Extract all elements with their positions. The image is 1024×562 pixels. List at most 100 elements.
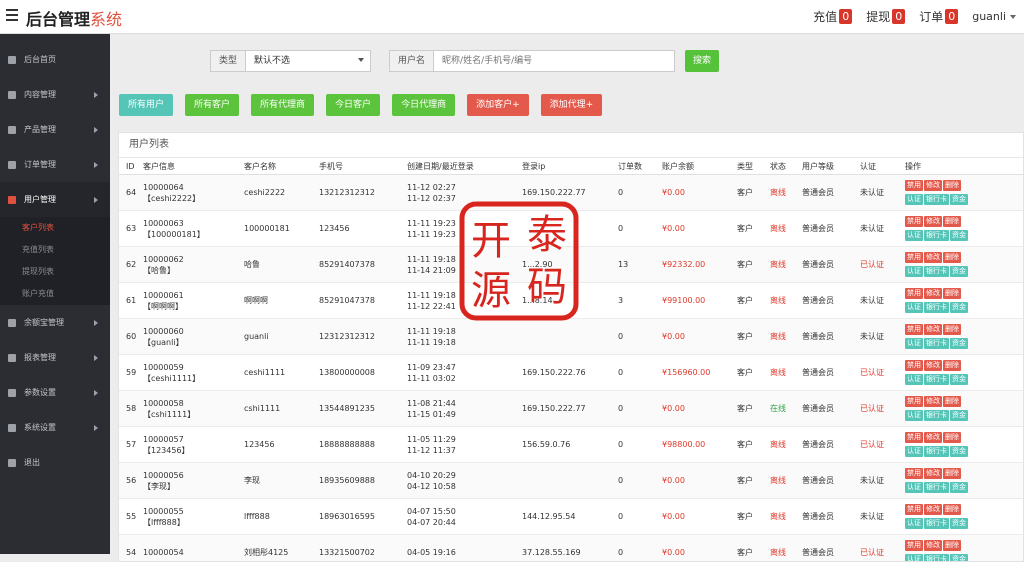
add-agent-button[interactable]: 添加代理+ <box>541 94 603 116</box>
funds-button[interactable]: 资金 <box>950 446 968 457</box>
verify-button[interactable]: 认证 <box>905 302 923 313</box>
disable-button[interactable]: 禁用 <box>905 180 923 191</box>
bank-card-button[interactable]: 银行卡 <box>924 230 949 241</box>
funds-button[interactable]: 资金 <box>950 518 968 529</box>
sidebar-item-system[interactable]: 系统设置 <box>0 410 110 445</box>
funds-button[interactable]: 资金 <box>950 338 968 349</box>
funds-button[interactable]: 资金 <box>950 230 968 241</box>
edit-button[interactable]: 修改 <box>924 468 942 479</box>
delete-button[interactable]: 删除 <box>943 468 961 479</box>
edit-button[interactable]: 修改 <box>924 432 942 443</box>
bank-card-button[interactable]: 银行卡 <box>924 338 949 349</box>
funds-button[interactable]: 资金 <box>950 374 968 385</box>
disable-button[interactable]: 禁用 <box>905 252 923 263</box>
cell-customer-info: 10000055【lfff888】 <box>136 499 237 535</box>
funds-button[interactable]: 资金 <box>950 554 968 562</box>
verify-button[interactable]: 认证 <box>905 230 923 241</box>
sidebar-item-users[interactable]: 用户管理 <box>0 182 110 217</box>
disable-button[interactable]: 禁用 <box>905 396 923 407</box>
submenu-account-recharge[interactable]: 账户充值 <box>0 283 110 305</box>
delete-button[interactable]: 删除 <box>943 216 961 227</box>
verify-button[interactable]: 认证 <box>905 338 923 349</box>
bank-card-button[interactable]: 银行卡 <box>924 410 949 421</box>
edit-button[interactable]: 修改 <box>924 216 942 227</box>
disable-button[interactable]: 禁用 <box>905 288 923 299</box>
verify-button[interactable]: 认证 <box>905 410 923 421</box>
type-select[interactable]: 默认不选 <box>246 51 370 71</box>
edit-button[interactable]: 修改 <box>924 504 942 515</box>
edit-button[interactable]: 修改 <box>924 360 942 371</box>
verify-button[interactable]: 认证 <box>905 374 923 385</box>
search-button[interactable]: 搜索 <box>685 50 719 72</box>
disable-button[interactable]: 禁用 <box>905 468 923 479</box>
delete-button[interactable]: 删除 <box>943 396 961 407</box>
nav-recharge[interactable]: 充值0 <box>813 8 852 25</box>
delete-button[interactable]: 删除 <box>943 180 961 191</box>
sidebar-item-reports[interactable]: 报表管理 <box>0 340 110 375</box>
delete-button[interactable]: 删除 <box>943 360 961 371</box>
today-customers-button[interactable]: 今日客户 <box>326 94 380 116</box>
cell-balance: ¥0.00 <box>655 175 730 211</box>
verify-button[interactable]: 认证 <box>905 266 923 277</box>
funds-button[interactable]: 资金 <box>950 302 968 313</box>
all-customers-button[interactable]: 所有客户 <box>185 94 239 116</box>
all-agents-button[interactable]: 所有代理商 <box>251 94 314 116</box>
disable-button[interactable]: 禁用 <box>905 540 923 551</box>
add-customer-button[interactable]: 添加客户+ <box>467 94 529 116</box>
sidebar-item-yuebao[interactable]: 余额宝管理 <box>0 305 110 340</box>
funds-button[interactable]: 资金 <box>950 266 968 277</box>
verify-button[interactable]: 认证 <box>905 554 923 562</box>
delete-button[interactable]: 删除 <box>943 288 961 299</box>
funds-button[interactable]: 资金 <box>950 482 968 493</box>
bank-card-button[interactable]: 银行卡 <box>924 374 949 385</box>
delete-button[interactable]: 删除 <box>943 540 961 551</box>
verify-button[interactable]: 认证 <box>905 446 923 457</box>
table-row: 5510000055【lfff888】lfff8881896301659504-… <box>119 499 1024 535</box>
cell-auth: 已认证 <box>853 355 898 391</box>
cell-phone: 13544891235 <box>312 391 400 427</box>
disable-button[interactable]: 禁用 <box>905 432 923 443</box>
edit-button[interactable]: 修改 <box>924 396 942 407</box>
edit-button[interactable]: 修改 <box>924 288 942 299</box>
delete-button[interactable]: 删除 <box>943 252 961 263</box>
username-search-input[interactable] <box>434 51 674 71</box>
delete-button[interactable]: 删除 <box>943 432 961 443</box>
edit-button[interactable]: 修改 <box>924 252 942 263</box>
today-agents-button[interactable]: 今日代理商 <box>392 94 455 116</box>
all-users-button[interactable]: 所有用户 <box>119 94 173 116</box>
edit-button[interactable]: 修改 <box>924 324 942 335</box>
sidebar-item-orders[interactable]: 订单管理 <box>0 147 110 182</box>
disable-button[interactable]: 禁用 <box>905 324 923 335</box>
delete-button[interactable]: 删除 <box>943 504 961 515</box>
disable-button[interactable]: 禁用 <box>905 216 923 227</box>
menu-toggle-icon[interactable] <box>6 9 18 23</box>
funds-button[interactable]: 资金 <box>950 194 968 205</box>
sidebar-item-logout[interactable]: 退出 <box>0 445 110 480</box>
edit-button[interactable]: 修改 <box>924 180 942 191</box>
bank-card-button[interactable]: 银行卡 <box>924 266 949 277</box>
bank-card-button[interactable]: 银行卡 <box>924 302 949 313</box>
submenu-customer-list[interactable]: 客户列表 <box>0 217 110 239</box>
submenu-recharge-list[interactable]: 充值列表 <box>0 239 110 261</box>
bank-card-button[interactable]: 银行卡 <box>924 518 949 529</box>
verify-button[interactable]: 认证 <box>905 518 923 529</box>
nav-withdraw[interactable]: 提现0 <box>866 8 905 25</box>
funds-button[interactable]: 资金 <box>950 410 968 421</box>
sidebar-item-params[interactable]: 参数设置 <box>0 375 110 410</box>
bank-card-button[interactable]: 银行卡 <box>924 482 949 493</box>
delete-button[interactable]: 删除 <box>943 324 961 335</box>
disable-button[interactable]: 禁用 <box>905 360 923 371</box>
bank-card-button[interactable]: 银行卡 <box>924 446 949 457</box>
user-menu[interactable]: guanli <box>972 10 1016 23</box>
verify-button[interactable]: 认证 <box>905 482 923 493</box>
verify-button[interactable]: 认证 <box>905 194 923 205</box>
nav-orders[interactable]: 订单0 <box>919 8 958 25</box>
submenu-withdraw-list[interactable]: 提现列表 <box>0 261 110 283</box>
disable-button[interactable]: 禁用 <box>905 504 923 515</box>
sidebar-item-home[interactable]: 后台首页 <box>0 42 110 77</box>
sidebar-item-content[interactable]: 内容管理 <box>0 77 110 112</box>
edit-button[interactable]: 修改 <box>924 540 942 551</box>
bank-card-button[interactable]: 银行卡 <box>924 194 949 205</box>
bank-card-button[interactable]: 银行卡 <box>924 554 949 562</box>
sidebar-item-products[interactable]: 产品管理 <box>0 112 110 147</box>
